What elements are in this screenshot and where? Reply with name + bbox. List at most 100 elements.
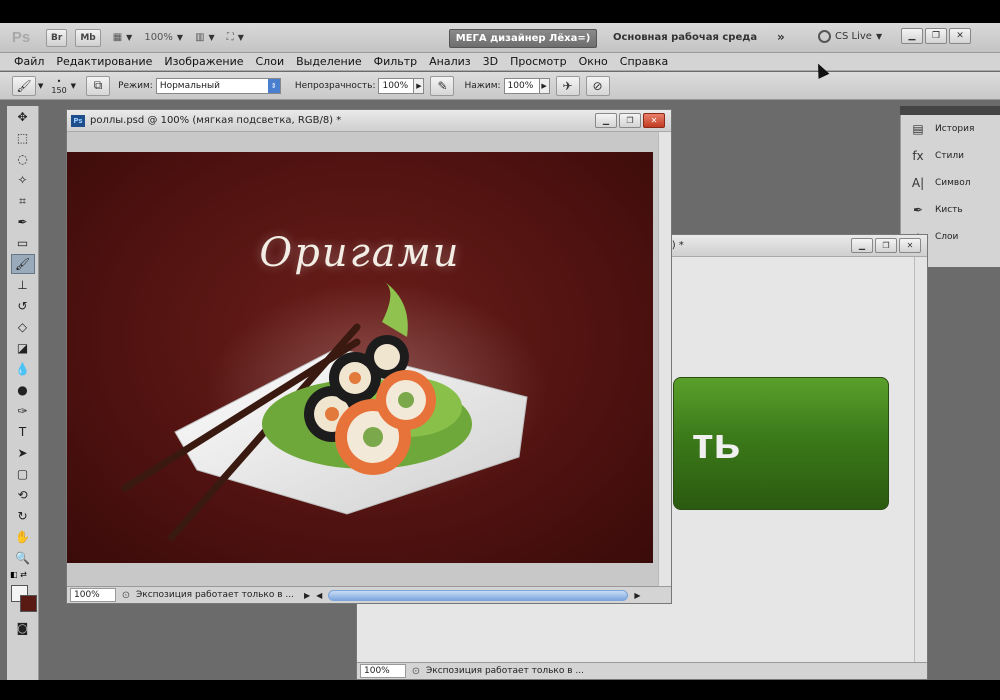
cs-live-button[interactable]: CS Live ▼ [818, 30, 882, 43]
document-2-vertical-scrollbar[interactable] [914, 257, 927, 662]
document-1-title-bar[interactable]: Ps роллы.psd @ 100% (мягкая подсветка, R… [67, 110, 671, 132]
zoom-tool[interactable]: 🔍 [11, 548, 35, 568]
screen: Ps Br Mb ▦ ▼ 100% ▼ ▥ ▼ ⛶ ▼ МЕГА дизайнер Лё… [0, 0, 1000, 700]
pressure-size-button[interactable]: ⊘ [585, 75, 610, 96]
minimize-button[interactable]: ▁ [901, 28, 923, 44]
user-workspace-button[interactable]: МЕГА дизайнер Лёха=) [449, 29, 597, 48]
document-1-canvas-padding [67, 132, 653, 152]
eraser-tool[interactable]: ◇ [11, 317, 35, 337]
document-1-title: роллы.psd @ 100% (мягкая подсветка, RGB/… [90, 115, 342, 126]
close-button[interactable]: ✕ [949, 28, 971, 44]
tool-preset-picker[interactable]: 🖌 [12, 75, 36, 96]
paint-bucket-tool[interactable]: ◪ [11, 338, 35, 358]
shape-tool[interactable]: ▢ [11, 464, 35, 484]
panel-dock-header[interactable] [900, 106, 1000, 115]
panel-brush-label: Кисть [935, 204, 963, 215]
document-1-restore-button[interactable]: ❐ [619, 113, 641, 128]
zoom-level-dropdown[interactable]: 100% ▼ [144, 32, 183, 43]
brush-preset-picker[interactable]: • 150 [51, 77, 66, 95]
bandage-icon: ▭ [16, 236, 29, 250]
move-tool[interactable]: ✥ [11, 107, 35, 127]
menu-view[interactable]: Просмотр [504, 55, 572, 68]
menu-window[interactable]: Окно [573, 55, 614, 68]
blur-tool[interactable]: 💧 [11, 359, 35, 379]
document-1-canvas[interactable]: Оригами [67, 152, 653, 563]
eraser-icon: ◇ [17, 320, 28, 334]
document-1-minimize-button[interactable]: ▁ [595, 113, 617, 128]
swap-colors-icon[interactable]: ◧ ⇄ [10, 570, 38, 579]
crop-tool[interactable]: ⌗ [11, 191, 35, 211]
eyedropper-tool[interactable]: ✒ [11, 212, 35, 232]
quick-selection-tool[interactable]: ✧ [11, 170, 35, 190]
panel-character[interactable]: A| Символ [901, 169, 1000, 196]
view-extras-dropdown[interactable]: ▦ ▼ [113, 32, 133, 43]
3d-rotate-tool[interactable]: ⟲ [11, 485, 35, 505]
panel-history[interactable]: ▤ История [901, 115, 1000, 142]
airbrush-button[interactable]: ✈ [555, 75, 580, 96]
document-2-zoom-field[interactable]: 100% [360, 664, 406, 678]
brush-panel-toggle[interactable]: ⧉ [86, 75, 111, 96]
flow-input[interactable]: 100% [503, 77, 540, 94]
chevron-down-icon: ▼ [208, 33, 215, 42]
quick-mask-button[interactable]: ◙ [11, 618, 35, 638]
menu-3d[interactable]: 3D [477, 55, 504, 68]
pen-tool[interactable]: ✑ [11, 401, 35, 421]
application-bar: Ps Br Mb ▦ ▼ 100% ▼ ▥ ▼ ⛶ ▼ МЕГА дизайнер Лё… [0, 23, 1000, 53]
spot-healing-tool[interactable]: ▭ [11, 233, 35, 253]
document-2-status-text: Экспозиция работает только в ... [426, 666, 584, 676]
menu-edit[interactable]: Редактирование [50, 55, 158, 68]
hand-icon: ✋ [15, 530, 30, 544]
more-workspaces-button[interactable]: » [777, 30, 785, 44]
background-color-swatch[interactable] [19, 595, 37, 612]
type-tool[interactable]: T [11, 422, 35, 442]
scroll-right-icon[interactable]: ▶ [634, 591, 640, 600]
arrange-documents-dropdown[interactable]: ▥ ▼ [195, 32, 215, 43]
select-arrows-icon: ⇕ [267, 78, 280, 93]
lasso-tool[interactable]: ◌ [11, 149, 35, 169]
document-1-vertical-scrollbar[interactable] [658, 132, 671, 586]
history-brush-tool[interactable]: ↺ [11, 296, 35, 316]
menu-select[interactable]: Выделение [290, 55, 368, 68]
document-2-restore-button[interactable]: ❐ [875, 238, 897, 253]
chevron-down-icon[interactable]: ▼ [38, 82, 43, 90]
bridge-button[interactable]: Br [46, 28, 68, 47]
minibridge-button[interactable]: Mb [75, 28, 101, 47]
3d-orbit-tool[interactable]: ↻ [11, 506, 35, 526]
menu-help[interactable]: Справка [614, 55, 674, 68]
document-1-horizontal-scrollbar[interactable] [328, 589, 629, 601]
view-extras-icon: ▦ [112, 32, 123, 43]
menu-filter[interactable]: Фильтр [368, 55, 424, 68]
menu-analysis[interactable]: Анализ [423, 55, 477, 68]
essentials-workspace-button[interactable]: Основная рабочая среда [613, 32, 757, 43]
zoom-level-value: 100% [144, 32, 173, 43]
menu-file[interactable]: Файл [8, 55, 50, 68]
chevron-down-icon: ▼ [126, 33, 133, 42]
document-2-minimize-button[interactable]: ▁ [851, 238, 873, 253]
brush-tool[interactable]: 🖌 [10, 254, 35, 274]
menu-layer[interactable]: Слои [250, 55, 291, 68]
hand-tool[interactable]: ✋ [11, 527, 35, 547]
screen-mode-dropdown[interactable]: ⛶ ▼ [227, 32, 244, 43]
document-1-zoom-field[interactable]: 100% [70, 588, 116, 602]
pressure-opacity-button[interactable]: ✎ [430, 75, 455, 96]
dodge-tool[interactable]: ● [11, 380, 35, 400]
stamp-icon: ⊥ [17, 278, 28, 292]
clone-stamp-tool[interactable]: ⊥ [11, 275, 35, 295]
letterbox-bottom [0, 680, 1000, 700]
document-1-close-button[interactable]: ✕ [643, 113, 665, 128]
document-2-close-button[interactable]: ✕ [899, 238, 921, 253]
chevron-down-icon[interactable]: ▼ [71, 82, 76, 90]
panel-brush[interactable]: ✒ Кисть [901, 196, 1000, 223]
brush-icon: ✒ [912, 202, 924, 217]
scroll-left-icon[interactable]: ◀ [316, 591, 322, 600]
opacity-input[interactable]: 100% [378, 77, 415, 94]
menu-image[interactable]: Изображение [158, 55, 249, 68]
restore-button[interactable]: ❐ [925, 28, 947, 44]
marquee-tool[interactable]: ⬚ [11, 128, 35, 148]
panel-styles[interactable]: fx Стили [901, 142, 1000, 169]
path-selection-tool[interactable]: ➤ [11, 443, 35, 463]
opacity-slider-toggle[interactable]: ▶ [413, 77, 425, 94]
status-menu-arrow-icon[interactable]: ▶ [304, 591, 310, 600]
flow-slider-toggle[interactable]: ▶ [538, 77, 550, 94]
mode-select[interactable]: Нормальный ⇕ [155, 77, 281, 94]
